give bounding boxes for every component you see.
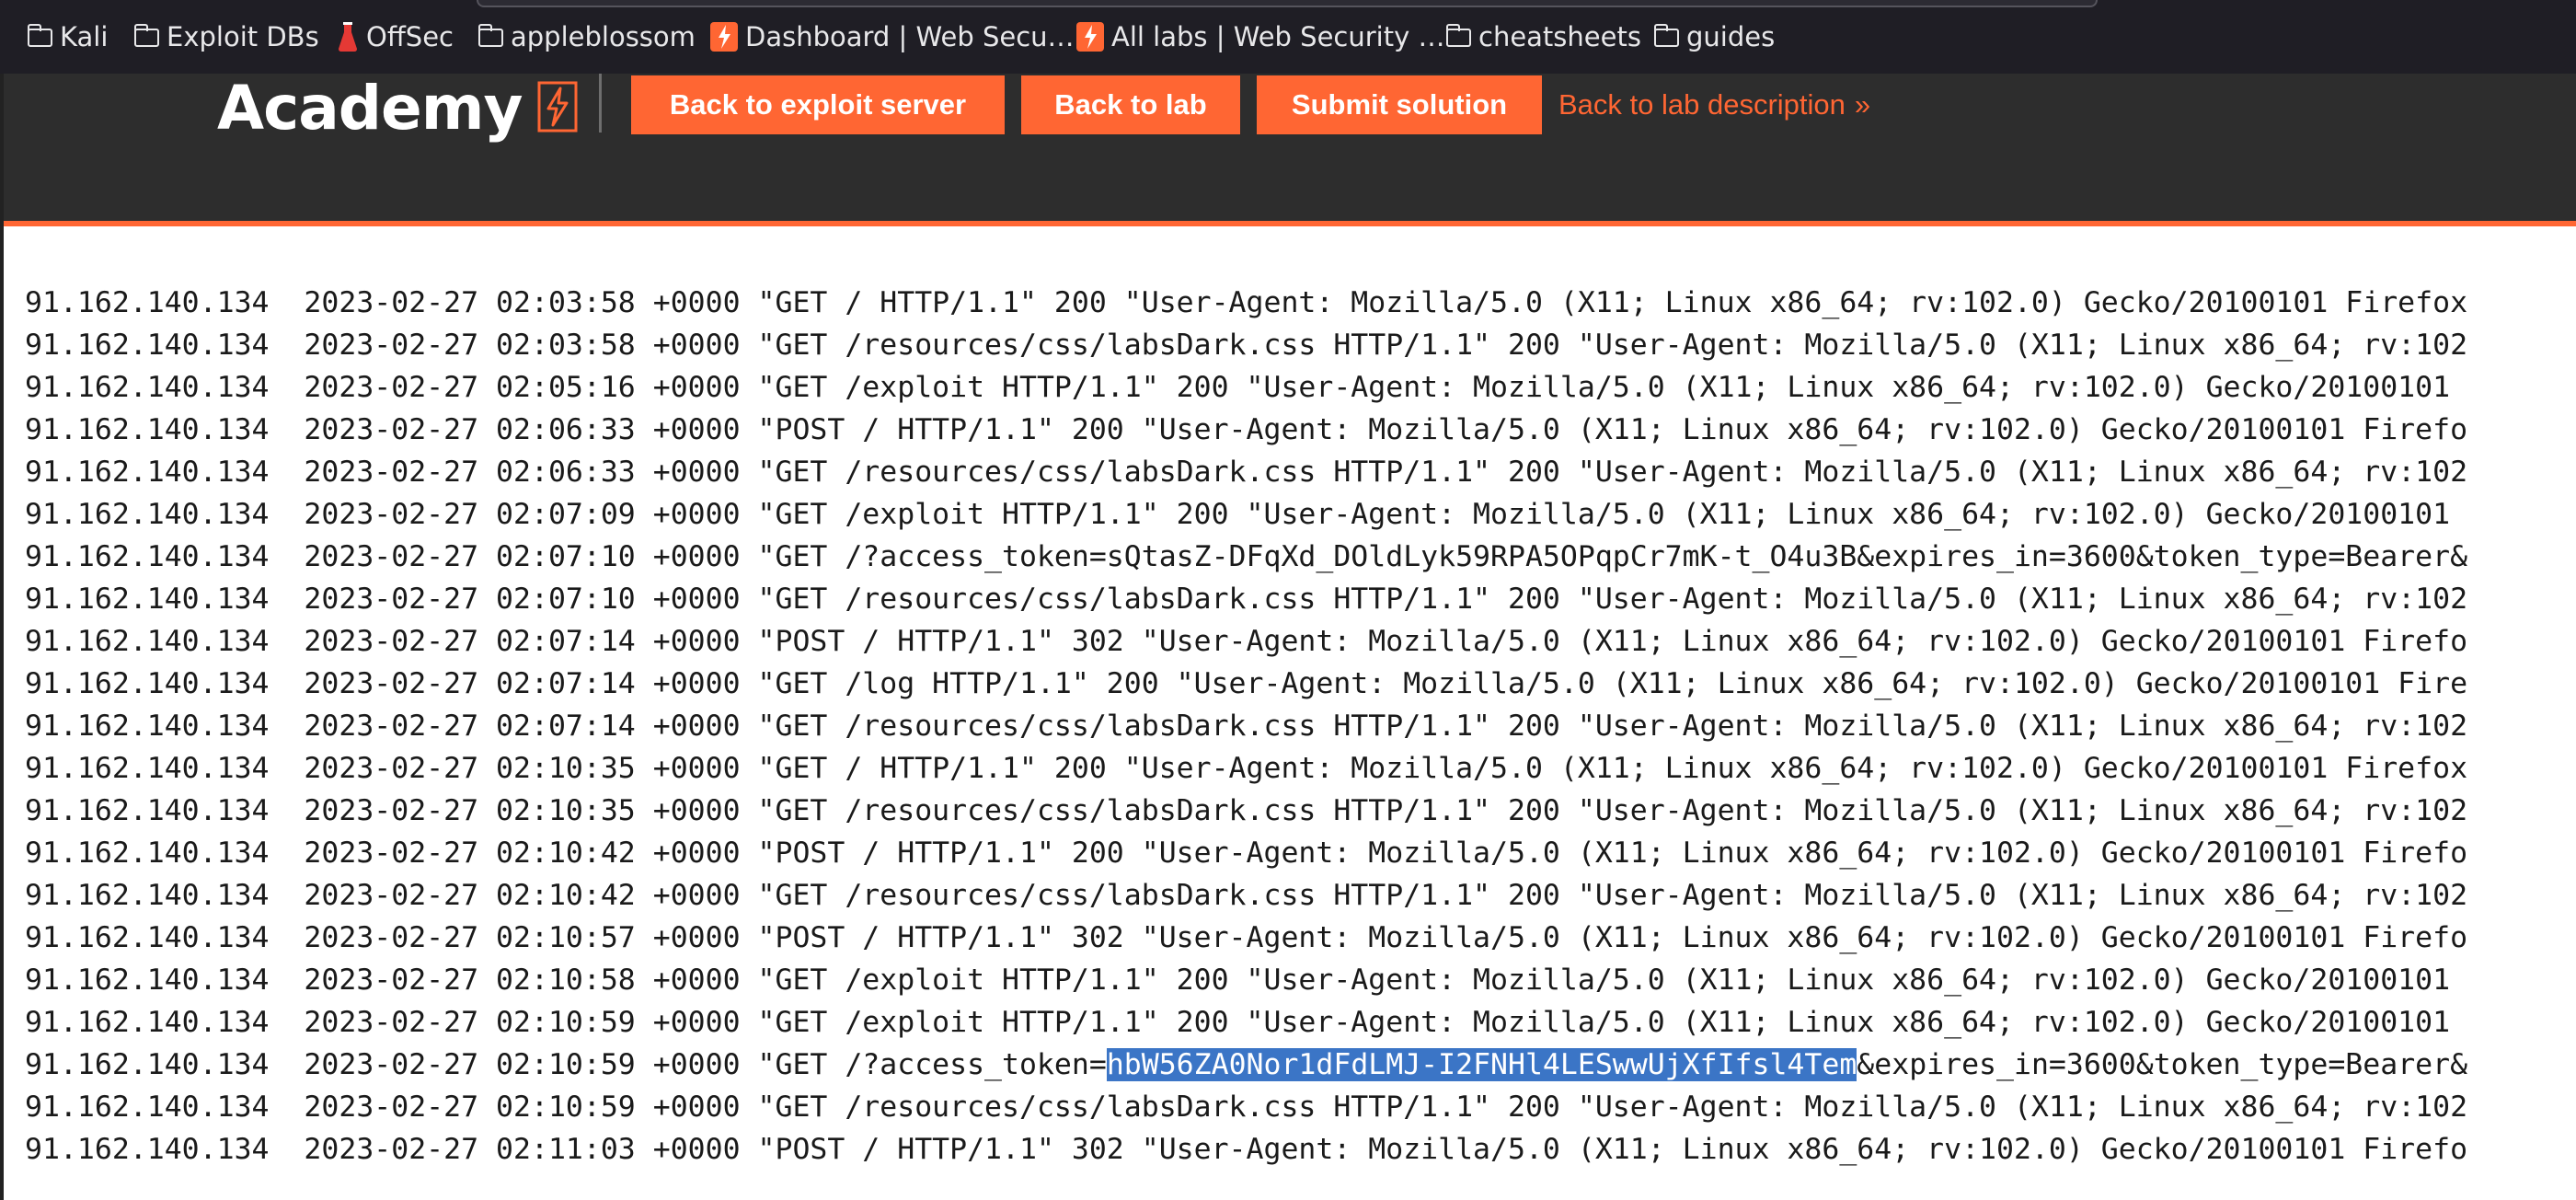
log-line: 91.162.140.134 2023-02-27 02:11:03 +0000…	[25, 1133, 2468, 1166]
lab-header: Academy Back to exploit server Back to l…	[4, 74, 2576, 226]
log-line: 91.162.140.134 2023-02-27 02:07:14 +0000…	[25, 710, 2468, 743]
academy-logo[interactable]: Academy	[217, 63, 578, 155]
log-line: 91.162.140.134 2023-02-27 02:03:58 +0000…	[25, 329, 2468, 362]
log-line: 91.162.140.134 2023-02-27 02:06:33 +0000…	[25, 456, 2468, 489]
log-line: 91.162.140.134 2023-02-27 02:05:16 +0000…	[25, 371, 2451, 404]
header-divider	[599, 74, 602, 133]
folder-icon	[1445, 24, 1471, 47]
bookmark-label: Exploit DBs	[167, 21, 319, 52]
back-to-exploit-server-button[interactable]: Back to exploit server	[631, 75, 1005, 134]
double-chevron-right-icon: »	[1854, 88, 1871, 121]
back-to-lab-description-link[interactable]: Back to lab description »	[1558, 75, 1870, 134]
folder-icon	[477, 24, 503, 47]
back-to-lab-button[interactable]: Back to lab	[1021, 75, 1240, 134]
bookmark-label: appleblossom	[511, 21, 696, 52]
log-line: 91.162.140.134 2023-02-27 02:07:10 +0000…	[25, 583, 2468, 616]
bookmark-label: cheatsheets	[1478, 21, 1641, 52]
folder-icon	[1653, 24, 1679, 47]
log-line: 91.162.140.134 2023-02-27 02:10:57 +0000…	[25, 921, 2468, 954]
log-line: 91.162.140.134 2023-02-27 02:10:58 +0000…	[25, 963, 2451, 997]
log-line: 91.162.140.134 2023-02-27 02:10:59 +0000…	[25, 1006, 2451, 1039]
log-text: &expires_in=3600&token_type=Bearer&	[1857, 1048, 2468, 1081]
bookmark-cheatsheets[interactable]: cheatsheets	[1445, 0, 1641, 74]
submit-solution-button[interactable]: Submit solution	[1257, 75, 1542, 134]
link-label: Back to lab description	[1558, 88, 1846, 121]
log-line: 91.162.140.134 2023-02-27 02:10:35 +0000…	[25, 752, 2468, 785]
log-line-selected[interactable]: 91.162.140.134 2023-02-27 02:10:59 +0000…	[25, 1044, 2467, 1086]
log-line: 91.162.140.134 2023-02-27 02:10:42 +0000…	[25, 837, 2468, 870]
logo-text: Academy	[217, 73, 523, 144]
log-line: 91.162.140.134 2023-02-27 02:07:10 +0000…	[25, 540, 2468, 573]
bookmark-label: guides	[1686, 21, 1776, 52]
folder-icon	[27, 24, 52, 47]
log-line: 91.162.140.134 2023-02-27 02:07:14 +0000…	[25, 625, 2468, 658]
log-line: 91.162.140.134 2023-02-27 02:10:35 +0000…	[25, 794, 2468, 827]
log-line: 91.162.140.134 2023-02-27 02:07:09 +0000…	[25, 498, 2451, 531]
bookmark-all-labs[interactable]: All labs | Web Security …	[1076, 0, 1444, 74]
log-line: 91.162.140.134 2023-02-27 02:03:58 +0000…	[25, 286, 2468, 319]
flask-icon	[337, 21, 359, 52]
log-line: 91.162.140.134 2023-02-27 02:06:33 +0000…	[25, 413, 2468, 446]
log-text: 91.162.140.134 2023-02-27 02:10:59 +0000…	[25, 1048, 1107, 1081]
log-line: 91.162.140.134 2023-02-27 02:10:59 +0000…	[25, 1090, 2468, 1124]
portswigger-icon	[710, 22, 738, 52]
bookmark-label: Dashboard | Web Secu…	[745, 21, 1075, 52]
bookmark-label: OffSec	[366, 21, 454, 52]
selected-access-token[interactable]: hbW56ZA0Nor1dFdLMJ-I2FNHl4LESwwUjXfIfsl4…	[1106, 1048, 1857, 1081]
bookmark-dashboard-web-security[interactable]: Dashboard | Web Secu…	[710, 0, 1075, 74]
lightning-bolt-icon	[537, 81, 578, 136]
bookmark-label: Kali	[60, 21, 109, 52]
log-line: 91.162.140.134 2023-02-27 02:07:14 +0000…	[25, 667, 2468, 700]
bookmark-kali[interactable]: Kali	[27, 0, 109, 74]
log-line: 91.162.140.134 2023-02-27 02:10:42 +0000…	[25, 879, 2468, 912]
bookmark-label: All labs | Web Security …	[1111, 21, 1445, 52]
access-log: 91.162.140.134 2023-02-27 02:03:58 +0000…	[0, 282, 2576, 1174]
folder-icon	[133, 24, 159, 47]
portswigger-icon	[1076, 22, 1104, 52]
bookmark-guides[interactable]: guides	[1653, 0, 1776, 74]
